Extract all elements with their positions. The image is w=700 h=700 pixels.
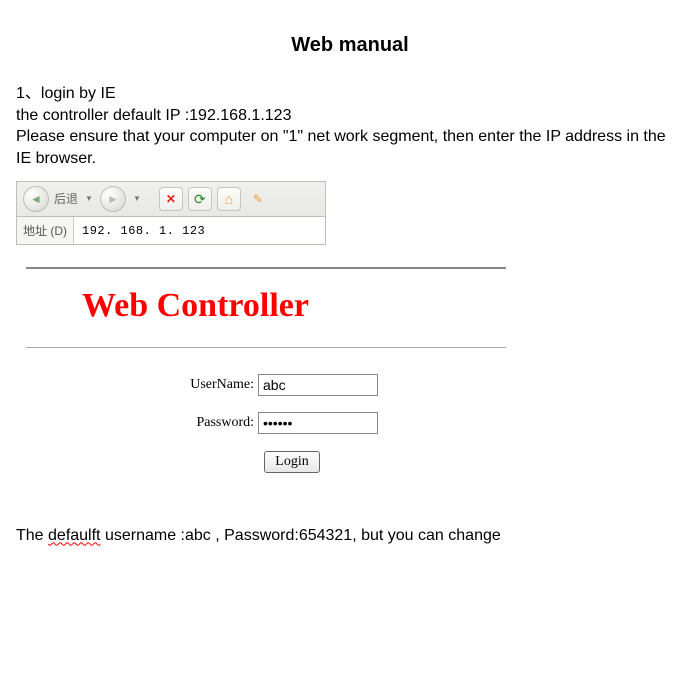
footer-rest: username :abc , Password:654321, but you… (101, 527, 501, 544)
footer-typo: defaulft (48, 527, 100, 544)
intro-line-1: 1、login by IE (16, 83, 684, 105)
login-header: Web Controller (26, 283, 506, 329)
login-panel: Web Controller UserName: Password: Login (26, 267, 506, 473)
back-dropdown-icon[interactable]: ▼ (83, 194, 95, 205)
footer-prefix: The (16, 527, 48, 544)
intro-line-3: Please ensure that your computer on "1" … (16, 126, 684, 169)
forward-dropdown-icon[interactable]: ▼ (131, 194, 143, 205)
intro-block: 1、login by IE the controller default IP … (16, 83, 684, 169)
login-button[interactable]: Login (264, 451, 319, 473)
address-label: 地址 (D) (17, 217, 74, 244)
search-button[interactable]: ✎ (246, 187, 270, 211)
rule-top (26, 267, 506, 269)
refresh-button[interactable]: ⟳ (188, 187, 212, 211)
arrow-right-icon: ► (107, 191, 119, 207)
rule-mid (26, 347, 506, 348)
username-label: UserName: (26, 376, 258, 395)
password-input[interactable] (258, 412, 378, 434)
page-title: Web manual (16, 32, 684, 59)
password-row: Password: (26, 412, 506, 434)
back-label: 后退 (54, 191, 78, 207)
refresh-icon: ⟳ (194, 190, 206, 209)
browser-address-bar: 地址 (D) 192. 168. 1. 123 (16, 217, 326, 245)
browser-toolbar: ◄ 后退 ▼ ► ▼ ✕ ⟳ ⌂ ✎ (16, 181, 326, 217)
arrow-left-icon: ◄ (30, 191, 42, 207)
back-button[interactable]: ◄ (23, 186, 49, 212)
password-label: Password: (26, 414, 258, 433)
username-row: UserName: (26, 374, 506, 396)
search-icon: ✎ (253, 191, 263, 207)
stop-icon: ✕ (166, 191, 176, 207)
stop-button[interactable]: ✕ (159, 187, 183, 211)
home-icon: ⌂ (225, 190, 233, 209)
forward-button[interactable]: ► (100, 186, 126, 212)
intro-line-2: the controller default IP :192.168.1.123 (16, 105, 684, 127)
home-button[interactable]: ⌂ (217, 187, 241, 211)
username-input[interactable] (258, 374, 378, 396)
footer-note: The defaulft username :abc , Password:65… (16, 525, 684, 547)
address-input[interactable]: 192. 168. 1. 123 (74, 217, 325, 244)
